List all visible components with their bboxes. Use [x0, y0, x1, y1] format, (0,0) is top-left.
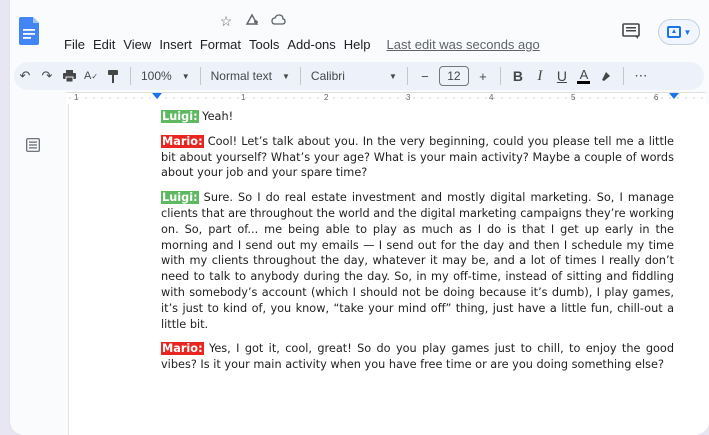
menu-help[interactable]: Help: [340, 37, 375, 53]
right-indent-marker[interactable]: [669, 93, 679, 99]
chevron-down-icon: ▼: [683, 27, 692, 37]
speaker-label-luigi: Luigi:: [161, 110, 199, 123]
ruler-number: 3: [406, 93, 411, 102]
speaker-label-mario: Mario:: [161, 342, 204, 356]
redo-icon[interactable]: ↷: [36, 65, 58, 87]
speaker-label-mario: Mario:: [161, 134, 204, 148]
italic-button[interactable]: I: [529, 65, 551, 87]
paint-format-icon[interactable]: [102, 65, 124, 87]
menu-add-ons[interactable]: Add-ons: [283, 37, 339, 53]
dialogue-paragraph: Luigi: Yeah!: [161, 109, 674, 125]
app-window: ☆ File Edit View Insert Format Tools Add…: [10, 0, 709, 435]
decrease-font-size-button[interactable]: −: [414, 65, 436, 87]
menu-view[interactable]: View: [119, 37, 155, 53]
dialogue-text: Yeah!: [198, 110, 234, 123]
ruler-number: 2: [324, 93, 329, 102]
print-icon[interactable]: [58, 65, 80, 87]
dialogue-text: Sure. So I do real estate investment and…: [161, 191, 674, 331]
menu-bar: File Edit View Insert Format Tools Add-o…: [60, 37, 544, 53]
menu-file[interactable]: File: [60, 37, 89, 53]
title-icons: ☆: [218, 13, 286, 30]
font-select[interactable]: Calibri ▼: [307, 69, 401, 83]
ruler-number: 1: [74, 93, 79, 102]
toolbar: ↶ ↷ A ✓ 100% ▼ Normal text ▼ Calibri ▼ − 12 …: [14, 62, 704, 90]
dialogue-paragraph: Luigi: Sure. So I do real estate investm…: [161, 190, 674, 332]
undo-icon[interactable]: ↶: [14, 65, 36, 87]
text-color-button[interactable]: A: [573, 65, 595, 87]
last-edit-link[interactable]: Last edit was seconds ago: [383, 37, 544, 53]
dialogue-paragraph: Mario: Cool! Let’s talk about you. In th…: [161, 134, 674, 181]
more-options-icon[interactable]: ⋯: [630, 65, 652, 87]
bold-button[interactable]: B: [507, 65, 529, 87]
document-area: Luigi: Yeah! Mario: Cool! Let’s talk abo…: [10, 104, 709, 435]
spellcheck-icon[interactable]: A ✓: [80, 65, 102, 87]
underline-button[interactable]: U: [551, 65, 573, 87]
ruler-number: 1: [241, 93, 246, 102]
document-content[interactable]: Luigi: Yeah! Mario: Cool! Let’s talk abo…: [161, 109, 674, 382]
font-size-input[interactable]: 12: [438, 66, 469, 86]
cloud-status-icon[interactable]: [270, 13, 286, 30]
left-indent-marker[interactable]: [152, 93, 162, 99]
google-docs-logo[interactable]: [19, 17, 39, 45]
highlight-color-icon[interactable]: [595, 65, 617, 87]
ruler: 1 1 2 3 4 5 6: [10, 92, 709, 104]
menu-insert[interactable]: Insert: [155, 37, 196, 53]
style-select[interactable]: Normal text ▼: [207, 69, 294, 83]
present-button[interactable]: ▼: [658, 19, 700, 45]
dialogue-text: Cool! Let’s talk about you. In the very …: [161, 134, 674, 180]
increase-font-size-button[interactable]: +: [472, 65, 494, 87]
menu-format[interactable]: Format: [196, 37, 245, 53]
document-outline-icon[interactable]: [26, 138, 40, 152]
chevron-down-icon: ▼: [388, 71, 397, 81]
chevron-down-icon: ▼: [181, 71, 190, 81]
ruler-number: 4: [489, 93, 494, 102]
comment-history-icon[interactable]: [622, 23, 640, 39]
ruler-number: 6: [654, 93, 659, 102]
ruler-number: 5: [571, 93, 576, 102]
dialogue-paragraph: Mario: Yes, I got it, cool, great! So do…: [161, 341, 674, 373]
title-bar: ☆ File Edit View Insert Format Tools Add…: [10, 0, 709, 60]
speaker-label-luigi: Luigi:: [161, 191, 199, 205]
menu-edit[interactable]: Edit: [89, 37, 119, 53]
present-icon: [666, 26, 681, 38]
document-page[interactable]: Luigi: Yeah! Mario: Cool! Let’s talk abo…: [68, 104, 709, 435]
move-to-drive-icon[interactable]: [244, 13, 260, 30]
menu-tools[interactable]: Tools: [245, 37, 283, 53]
star-icon[interactable]: ☆: [218, 13, 234, 30]
zoom-select[interactable]: 100% ▼: [137, 69, 194, 83]
dialogue-text: Yes, I got it, cool, great! So do you pl…: [161, 342, 674, 372]
chevron-down-icon: ▼: [281, 71, 290, 81]
